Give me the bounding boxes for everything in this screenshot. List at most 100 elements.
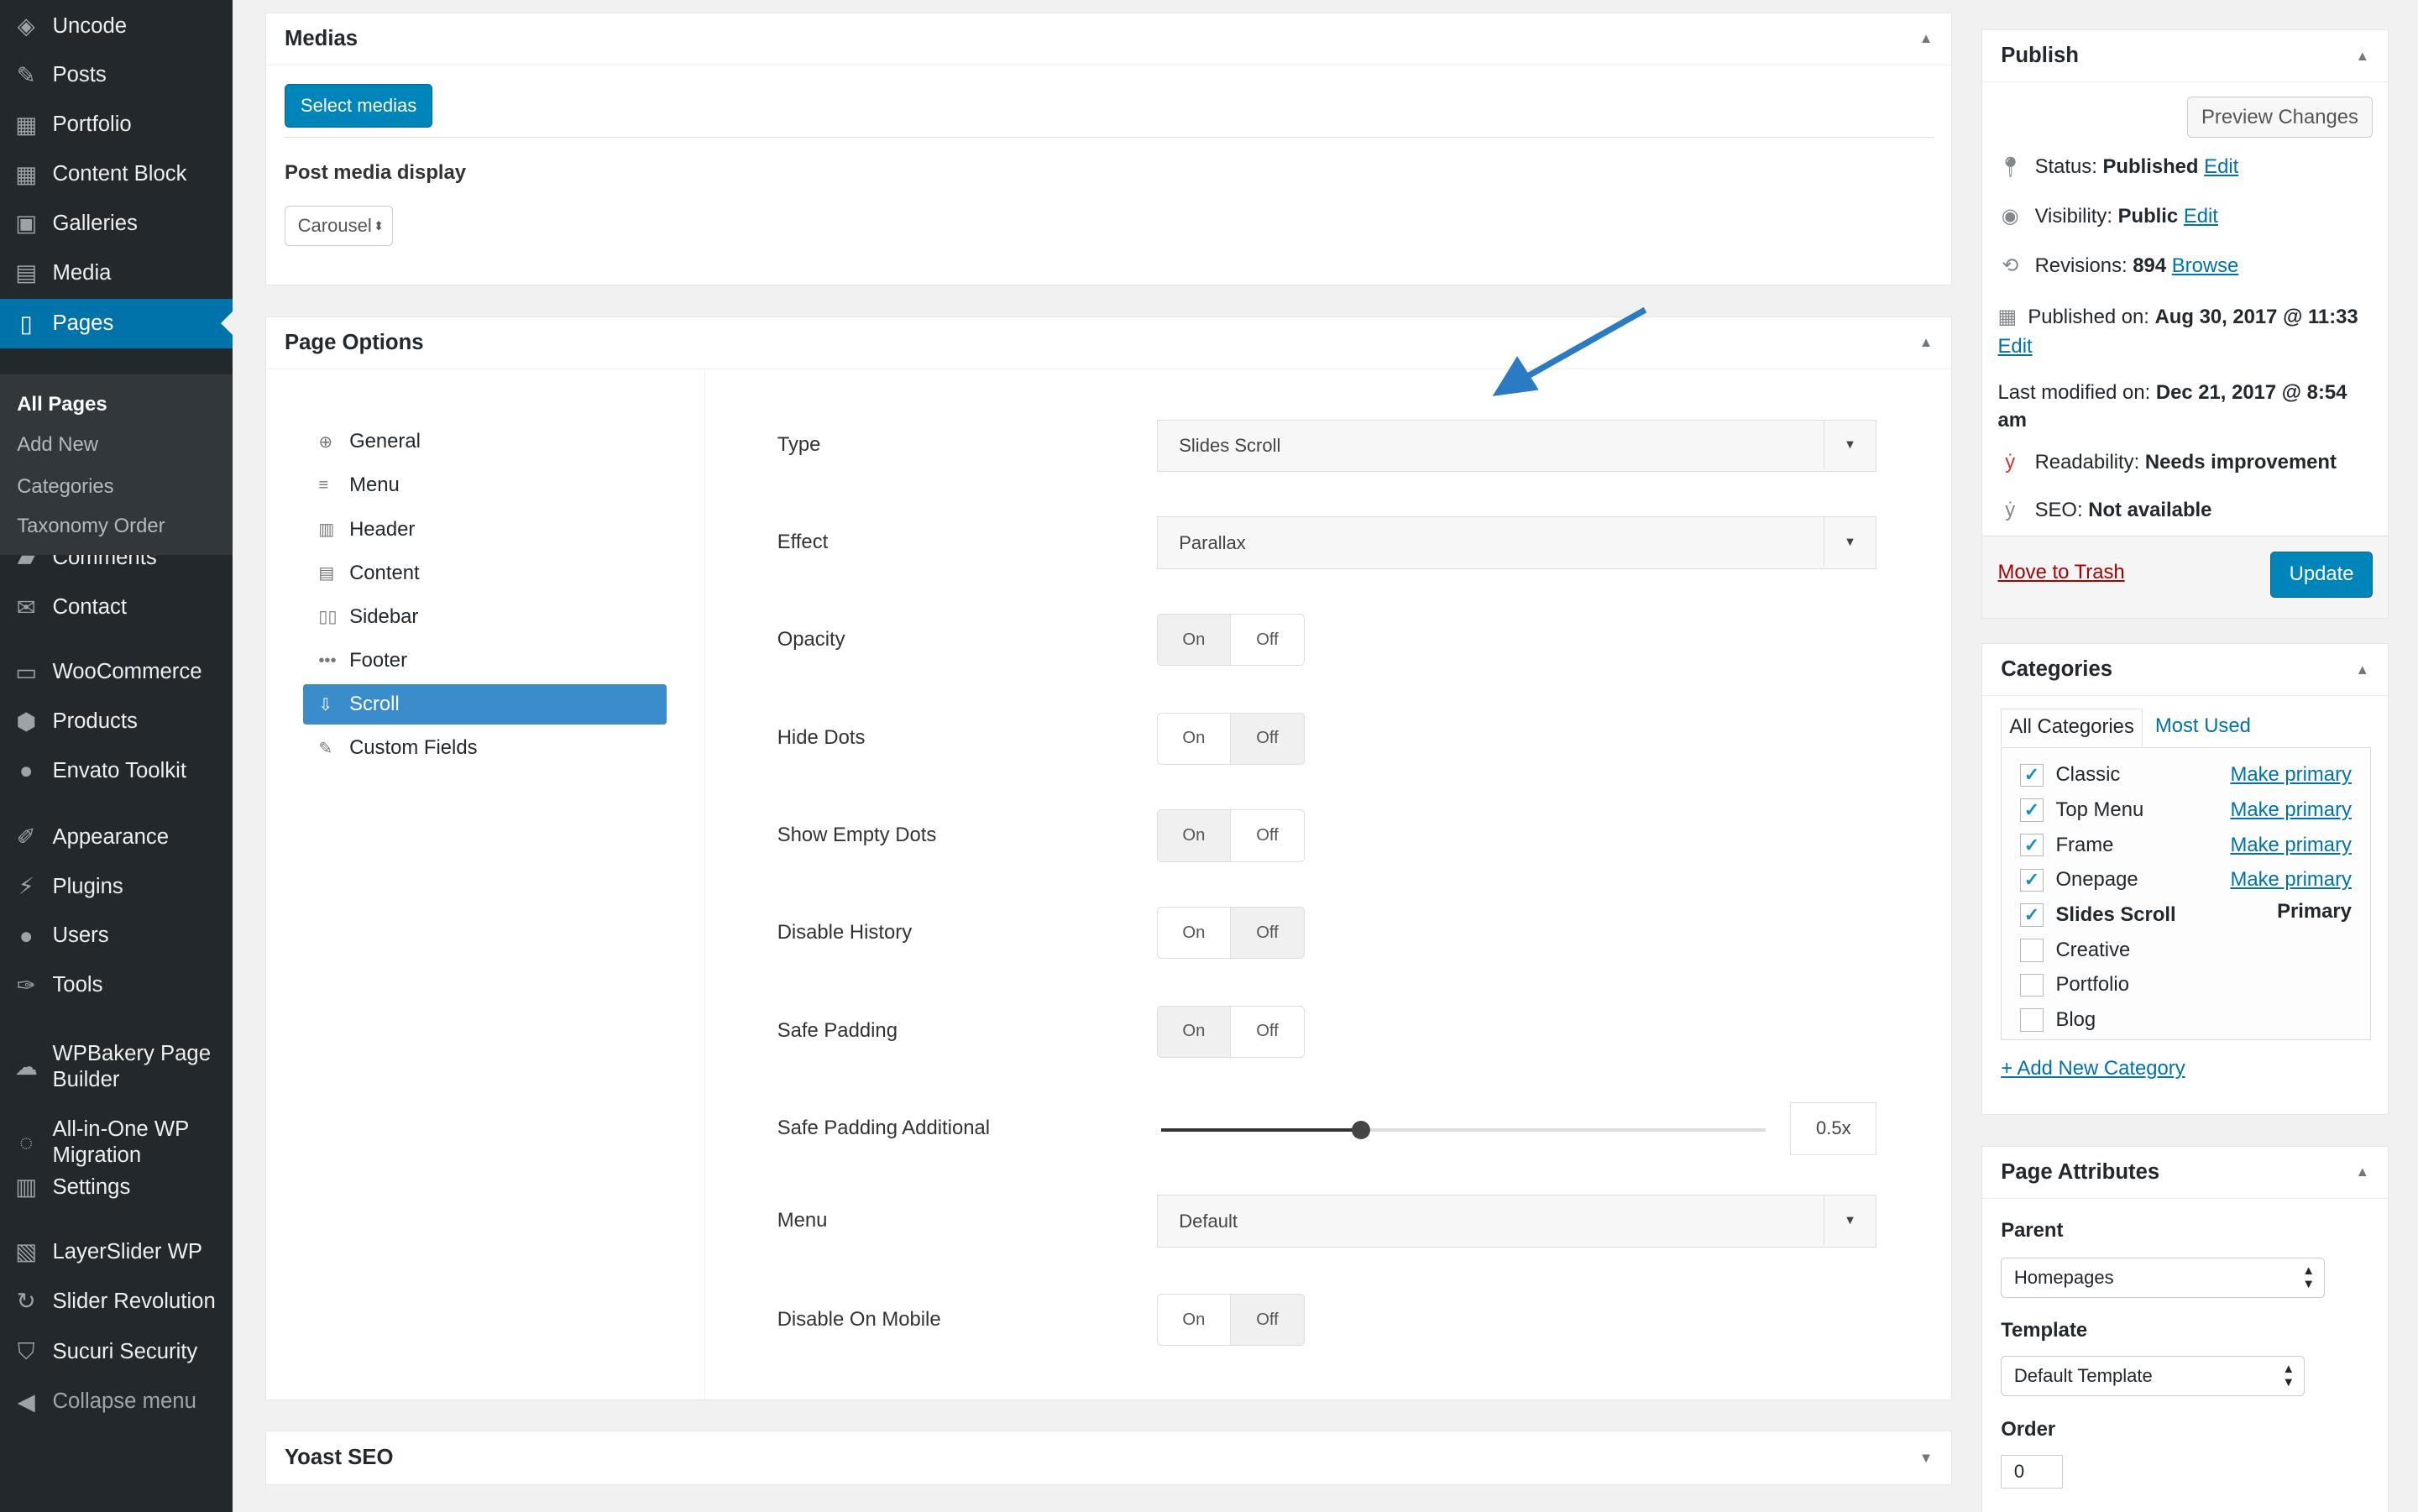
toggle-on[interactable]: On	[1157, 907, 1231, 959]
type-select[interactable]: Slides Scroll ▼	[1156, 419, 1877, 473]
sidebar-item-sucuri-security[interactable]: ⛉ Sucuri Security	[0, 1327, 233, 1377]
move-to-trash-link[interactable]: Move to Trash	[1998, 561, 2125, 584]
tab-most-used[interactable]: Most Used	[2155, 714, 2251, 738]
collapse-icon[interactable]: ▲	[2356, 662, 2369, 678]
checkbox[interactable]: ✓	[2020, 833, 2044, 857]
template-select[interactable]: Default Template ▲ ▼	[2001, 1356, 2305, 1397]
toggle-off[interactable]: Off	[1230, 713, 1304, 764]
tab-all-categories[interactable]: All Categories	[2001, 709, 2143, 746]
toggle-on[interactable]: On	[1157, 615, 1231, 666]
collapse-icon[interactable]: ▲	[2356, 1164, 2369, 1180]
edit-status-link[interactable]: Edit	[2204, 155, 2238, 178]
page-options-nav-sidebar[interactable]: ▯▯ Sidebar	[303, 597, 667, 637]
disable-mobile-toggle[interactable]: On Off	[1156, 1293, 1305, 1347]
edit-visibility-link[interactable]: Edit	[2184, 205, 2218, 228]
sidebar-item-users[interactable]: ● Users	[0, 911, 233, 960]
post-media-display-select[interactable]: Carousel ⬍	[284, 206, 393, 247]
sidebar-item-posts[interactable]: ✎ Posts	[0, 51, 233, 101]
toggle-on[interactable]: On	[1157, 1006, 1231, 1057]
order-input[interactable]: 0	[2001, 1454, 2063, 1489]
submenu-all-pages[interactable]: All Pages	[17, 393, 107, 416]
collapse-icon[interactable]: ▲	[1919, 334, 1933, 351]
category-item[interactable]: Portfolio	[2020, 973, 2129, 997]
category-item[interactable]: Blog	[2020, 1008, 2096, 1032]
submenu-add-new[interactable]: Add New	[17, 433, 98, 457]
preview-changes-button[interactable]: Preview Changes	[2187, 96, 2373, 139]
sidebar-item-appearance[interactable]: ✐ Appearance	[0, 813, 233, 862]
category-item[interactable]: ✓ Top Menu	[2020, 798, 2143, 822]
collapse-icon[interactable]: ▲	[1919, 30, 1933, 47]
sidebar-item-media[interactable]: ▤ Media	[0, 249, 233, 298]
show-empty-dots-toggle[interactable]: On Off	[1156, 809, 1305, 862]
checkbox[interactable]: ✓	[2020, 903, 2044, 927]
category-item[interactable]: ✓ Onepage	[2020, 868, 2138, 892]
submenu-categories[interactable]: Categories	[17, 475, 113, 499]
sidebar-item-portfolio[interactable]: ▦ Portfolio	[0, 100, 233, 149]
sidebar-item-products[interactable]: ⬢ Products	[0, 697, 233, 746]
safe-padding-value[interactable]: 0.5x	[1790, 1102, 1877, 1155]
page-options-nav-content[interactable]: ▤ Content	[303, 553, 667, 594]
edit-date-link[interactable]: Edit	[1998, 335, 2033, 358]
submenu-taxonomy-order[interactable]: Taxonomy Order	[17, 515, 165, 538]
category-item[interactable]: ✓ Slides Scroll	[2020, 903, 2176, 927]
disable-history-toggle[interactable]: On Off	[1156, 906, 1305, 960]
category-item[interactable]: ✓ Frame	[2020, 834, 2113, 857]
expand-icon[interactable]: ▼	[1919, 1450, 1933, 1467]
toggle-off[interactable]: Off	[1230, 810, 1304, 861]
sidebar-item-uncode[interactable]: ◈ Uncode	[0, 2, 233, 51]
sidebar-item-settings[interactable]: ▥ Settings	[0, 1163, 233, 1212]
make-primary-link[interactable]: Make primary	[2230, 834, 2352, 857]
sidebar-item-galleries[interactable]: ▣ Galleries	[0, 199, 233, 249]
hide-dots-toggle[interactable]: On Off	[1156, 712, 1305, 765]
safe-padding-slider[interactable]	[1161, 1121, 1766, 1140]
toggle-on[interactable]: On	[1157, 810, 1231, 861]
yoast-seo-box[interactable]: Yoast SEO ▼	[264, 1431, 1953, 1485]
checkbox[interactable]: ✓	[2020, 798, 2044, 822]
collapse-icon[interactable]: ▲	[2356, 48, 2369, 65]
sidebar-item-collapse-menu[interactable]: ◀ Collapse menu	[0, 1377, 233, 1426]
toggle-off[interactable]: Off	[1230, 615, 1304, 666]
checkbox[interactable]	[2020, 938, 2044, 962]
sidebar-item-woocommerce[interactable]: ▭ WooCommerce	[0, 647, 233, 697]
toggle-off[interactable]: Off	[1230, 1006, 1304, 1057]
safe-padding-toggle[interactable]: On Off	[1156, 1005, 1305, 1058]
toggle-on[interactable]: On	[1157, 713, 1231, 764]
sidebar-item-envato-toolkit[interactable]: ● Envato Toolkit	[0, 746, 233, 796]
sidebar-item-tools[interactable]: ✑ Tools	[0, 960, 233, 1010]
effect-select[interactable]: Parallax ▼	[1156, 516, 1877, 569]
sidebar-item-plugins[interactable]: ⚡︎ Plugins	[0, 862, 233, 912]
select-medias-button[interactable]: Select medias	[284, 84, 433, 128]
category-item[interactable]: Creative	[2020, 939, 2130, 962]
page-options-nav-custom-fields[interactable]: ✎ Custom Fields	[303, 729, 667, 769]
toggle-on[interactable]: On	[1157, 1294, 1231, 1346]
category-list[interactable]: ✓ Classic Make primary ✓ Top Menu Make primar…	[2001, 746, 2371, 1040]
sidebar-item-content-block[interactable]: ▦ Content Block	[0, 149, 233, 199]
page-options-nav-menu[interactable]: ≡ Menu	[303, 466, 667, 506]
parent-select[interactable]: Homepages ▲ ▼	[2001, 1257, 2325, 1298]
checkbox[interactable]: ✓	[2020, 868, 2044, 892]
checkbox[interactable]: ✓	[2020, 763, 2044, 787]
toggle-off[interactable]: Off	[1230, 1294, 1304, 1346]
sidebar-item-wpbakery-page-builder[interactable]: ☁︎ WPBakery Page Builder	[0, 1036, 233, 1097]
update-button[interactable]: Update	[2270, 551, 2373, 598]
sidebar-item-layerslider-wp[interactable]: ▧ LayerSlider WP	[0, 1227, 233, 1277]
browse-revisions-link[interactable]: Browse	[2172, 254, 2239, 277]
page-options-nav-footer[interactable]: ••• Footer	[303, 641, 667, 681]
sidebar-item-contact[interactable]: ✉ Contact	[0, 583, 233, 632]
checkbox[interactable]	[2020, 973, 2044, 997]
opacity-toggle[interactable]: On Off	[1156, 614, 1305, 667]
category-item[interactable]: ✓ Classic	[2020, 763, 2120, 787]
slider-handle[interactable]	[1351, 1121, 1370, 1140]
checkbox[interactable]	[2020, 1008, 2044, 1032]
add-new-category-link[interactable]: + Add New Category	[2001, 1057, 2185, 1080]
toggle-off[interactable]: Off	[1230, 907, 1304, 959]
page-options-nav-general[interactable]: ⊕ General	[303, 421, 667, 462]
make-primary-link[interactable]: Make primary	[2230, 868, 2352, 892]
sidebar-item-slider-revolution[interactable]: ↻ Slider Revolution	[0, 1277, 233, 1326]
page-options-nav-scroll[interactable]: ⇩ Scroll	[302, 684, 667, 725]
sidebar-item-pages[interactable]: ▯ Pages	[0, 299, 233, 349]
make-primary-link[interactable]: Make primary	[2230, 763, 2352, 787]
page-options-nav-header[interactable]: ▥ Header	[303, 510, 667, 550]
make-primary-link[interactable]: Make primary	[2230, 798, 2352, 822]
menu-select[interactable]: Default ▼	[1156, 1195, 1877, 1248]
